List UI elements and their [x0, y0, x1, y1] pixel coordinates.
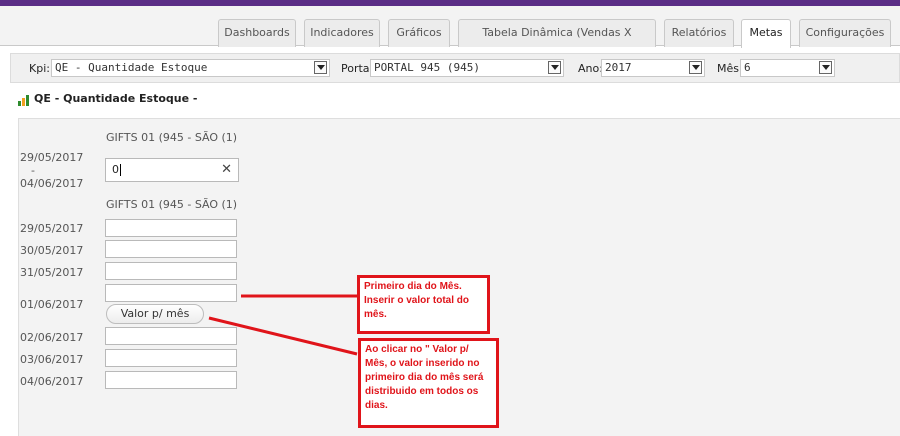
first-day-callout: Primeiro dia do Mês. Inserir o valor tot… — [357, 275, 490, 334]
valor-mes-callout: Ao clicar no " Valor p/ Mês, o valor ins… — [358, 338, 499, 428]
callout-arrow-second — [208, 316, 358, 356]
